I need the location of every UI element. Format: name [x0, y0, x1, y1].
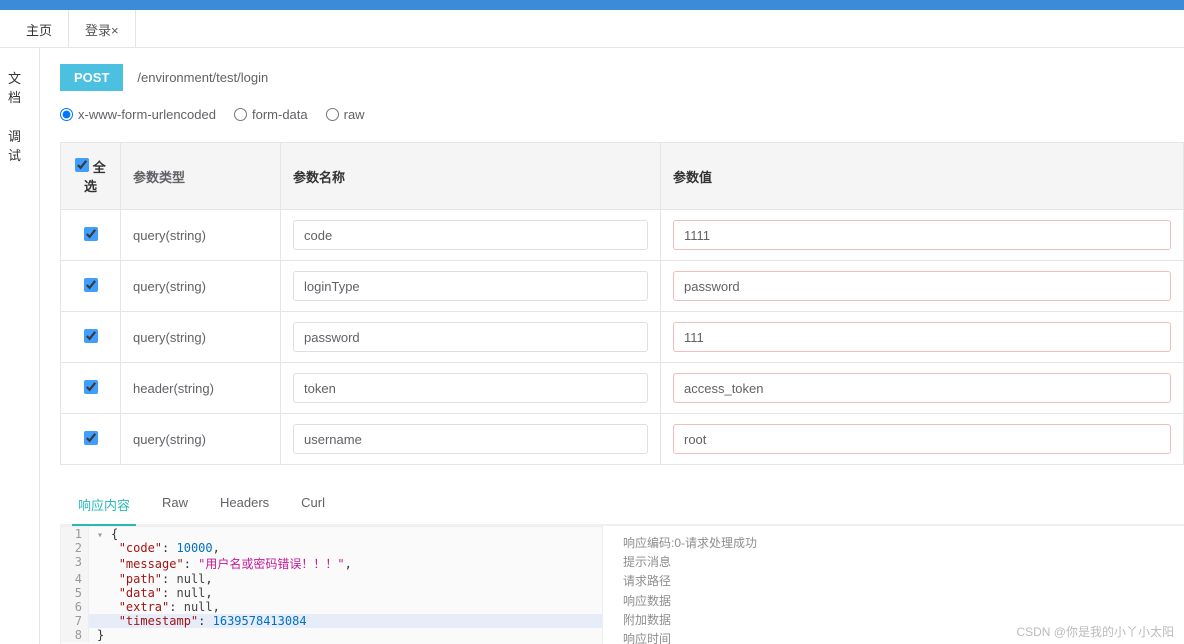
endpoint-path: /environment/test/login: [123, 64, 282, 91]
resp-tab-headers[interactable]: Headers: [214, 485, 275, 524]
main-panel: POST /environment/test/login x-www-form-…: [40, 48, 1184, 644]
param-value-input[interactable]: [673, 373, 1171, 403]
row-checkbox[interactable]: [84, 278, 98, 292]
row-param-type: query(string): [121, 414, 281, 465]
table-row: query(string): [61, 261, 1184, 312]
table-row: query(string): [61, 414, 1184, 465]
resp-tab-curl[interactable]: Curl: [295, 485, 331, 524]
param-value-input[interactable]: [673, 271, 1171, 301]
tab-login[interactable]: 登录×: [69, 10, 136, 47]
param-name-input[interactable]: [293, 322, 648, 352]
params-table: 全选 参数类型 参数名称 参数值 query(string)query(stri…: [60, 142, 1184, 465]
radio-urlencoded[interactable]: x-www-form-urlencoded: [60, 107, 216, 122]
info-data: 响应数据: [623, 592, 1164, 611]
col-param-value: 参数值: [661, 143, 1184, 210]
param-value-input[interactable]: [673, 322, 1171, 352]
sidebar-item-docs[interactable]: 文档: [0, 58, 39, 116]
radio-formdata-input[interactable]: [234, 108, 247, 121]
watermark: CSDN @你是我的小丫小太阳: [1016, 623, 1174, 640]
radio-urlencoded-input[interactable]: [60, 108, 73, 121]
row-checkbox[interactable]: [84, 227, 98, 241]
info-message: 提示消息: [623, 553, 1164, 572]
radio-formdata[interactable]: form-data: [234, 107, 308, 122]
tab-home[interactable]: 主页: [10, 10, 69, 47]
tab-login-label: 登录: [85, 23, 111, 38]
table-row: query(string): [61, 210, 1184, 261]
radio-raw[interactable]: raw: [326, 107, 365, 122]
body-type-selector: x-www-form-urlencoded form-data raw: [60, 107, 1184, 122]
response-area: 1▾{ 2 "code": 10000, 3 "message": "用户名或密…: [60, 526, 1184, 644]
col-param-name: 参数名称: [281, 143, 661, 210]
fold-icon[interactable]: ▾: [97, 530, 107, 541]
http-method-badge: POST: [60, 64, 123, 91]
sidebar-item-debug[interactable]: 调试: [0, 116, 39, 174]
row-checkbox[interactable]: [84, 380, 98, 394]
param-value-input[interactable]: [673, 424, 1171, 454]
info-code: 响应编码:0-请求处理成功: [623, 534, 1164, 553]
close-icon[interactable]: ×: [111, 23, 119, 38]
param-value-input[interactable]: [673, 220, 1171, 250]
table-row: header(string): [61, 363, 1184, 414]
table-row: query(string): [61, 312, 1184, 363]
row-checkbox[interactable]: [84, 329, 98, 343]
endpoint-row: POST /environment/test/login: [60, 64, 1184, 91]
row-checkbox[interactable]: [84, 431, 98, 445]
col-param-type: 参数类型: [121, 143, 281, 210]
row-param-type: query(string): [121, 312, 281, 363]
info-path: 请求路径: [623, 572, 1164, 591]
response-tabs: 响应内容 Raw Headers Curl: [60, 485, 1184, 526]
param-name-input[interactable]: [293, 271, 648, 301]
col-select: 全选: [61, 143, 121, 210]
resp-tab-content[interactable]: 响应内容: [72, 485, 136, 526]
response-code: 1▾{ 2 "code": 10000, 3 "message": "用户名或密…: [60, 526, 603, 644]
param-name-input[interactable]: [293, 220, 648, 250]
row-param-type: query(string): [121, 261, 281, 312]
row-param-type: query(string): [121, 210, 281, 261]
page-tabs: 主页 登录×: [0, 10, 1184, 48]
window-titlebar: [0, 0, 1184, 10]
param-name-input[interactable]: [293, 424, 648, 454]
param-name-input[interactable]: [293, 373, 648, 403]
row-param-type: header(string): [121, 363, 281, 414]
sidebar: 文档 调试: [0, 48, 40, 644]
select-all-checkbox[interactable]: [75, 158, 89, 172]
radio-raw-input[interactable]: [326, 108, 339, 121]
resp-tab-raw[interactable]: Raw: [156, 485, 194, 524]
